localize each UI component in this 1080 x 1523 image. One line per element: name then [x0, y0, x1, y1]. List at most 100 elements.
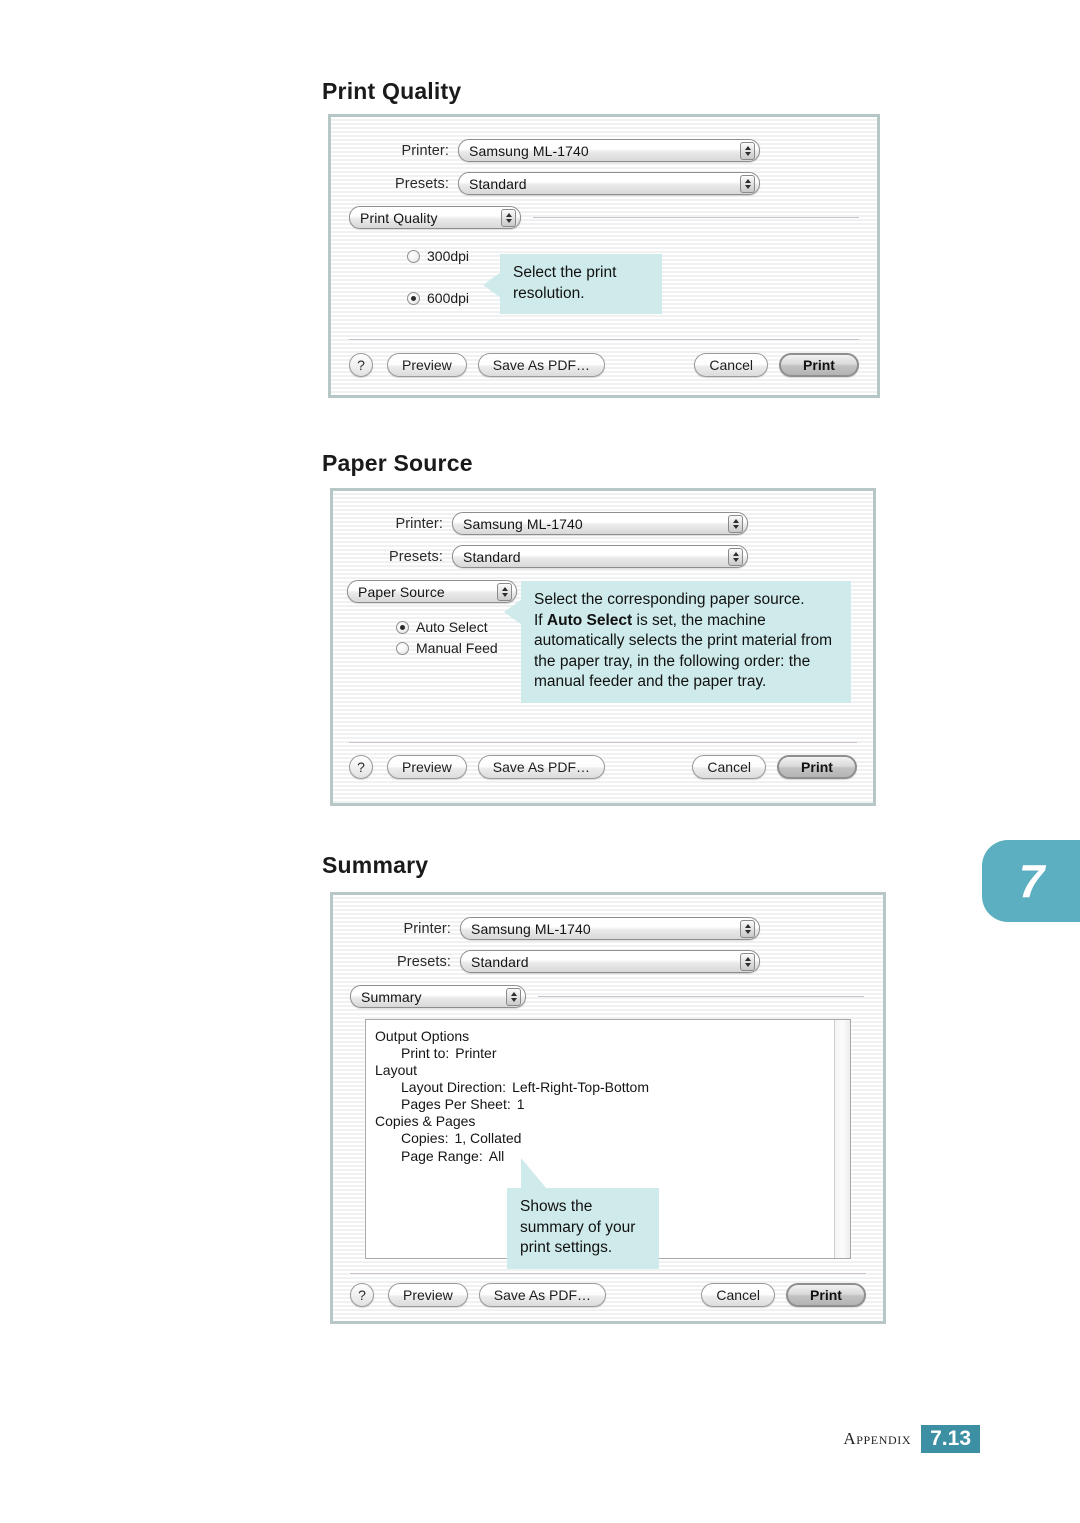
presets-select[interactable]: Standard [458, 172, 760, 195]
printer-select[interactable]: Samsung ML-1740 [458, 139, 760, 162]
printer-label: Printer: [401, 142, 449, 159]
pane-value: Paper Source [358, 583, 445, 600]
summary-item: Copies: 1, Collated [375, 1130, 850, 1147]
callout-line-1: Select the corresponding paper source. [534, 591, 805, 608]
dialog-button-bar: ? Preview Save As PDF… Cancel Print [349, 353, 859, 377]
help-icon[interactable]: ? [349, 755, 373, 779]
dialog-button-bar: ? Preview Save As PDF… Cancel Print [350, 1283, 866, 1307]
save-as-pdf-button[interactable]: Save As PDF… [477, 353, 606, 377]
printer-label: Printer: [395, 515, 443, 532]
callout-paper-source: Select the corresponding paper source. I… [504, 581, 851, 704]
radio-label: Auto Select [416, 619, 488, 635]
chevron-updown-icon[interactable] [728, 515, 743, 533]
presets-value: Standard [463, 548, 521, 565]
radio-auto-select[interactable]: Auto Select [396, 619, 488, 635]
save-as-pdf-button[interactable]: Save As PDF… [477, 755, 606, 779]
presets-row: Presets: Standard [357, 172, 837, 195]
summary-item: Page Range: All [375, 1148, 850, 1165]
chevron-updown-icon[interactable] [506, 988, 521, 1006]
divider [538, 996, 864, 997]
printer-row: Printer: Samsung ML-1740 [357, 139, 837, 162]
chevron-updown-icon[interactable] [501, 209, 516, 227]
print-button[interactable]: Print [786, 1283, 866, 1307]
radio-label: Manual Feed [416, 640, 498, 656]
presets-label: Presets: [397, 953, 451, 970]
chevron-updown-icon[interactable] [740, 953, 755, 971]
radio-manual-feed[interactable]: Manual Feed [396, 640, 498, 656]
callout-tail [504, 599, 522, 625]
summary-key: Copies: [401, 1130, 449, 1147]
preview-button[interactable]: Preview [388, 1283, 468, 1307]
presets-row: Presets: Standard [359, 950, 849, 973]
radio-label: 300dpi [427, 248, 470, 264]
cancel-button[interactable]: Cancel [701, 1283, 775, 1307]
preview-button[interactable]: Preview [387, 755, 467, 779]
callout-print-quality: Select the print resolution. [483, 254, 662, 315]
summary-value: Printer [455, 1045, 497, 1062]
radio-label: 600dpi [427, 290, 470, 306]
pane-select-print-quality[interactable]: Print Quality [349, 206, 521, 229]
summary-value: All [488, 1147, 505, 1164]
printer-value: Samsung ML-1740 [471, 920, 591, 937]
page-number-badge: 7.13 [921, 1425, 980, 1453]
summary-value: 1 [516, 1096, 525, 1113]
summary-key: Layout Direction: [401, 1079, 507, 1096]
summary-key: Page Range: [401, 1147, 483, 1164]
presets-value: Standard [471, 953, 529, 970]
chevron-updown-icon[interactable] [728, 548, 743, 566]
callout-tail [483, 272, 501, 298]
radio-icon-selected[interactable] [396, 620, 409, 634]
pane-selector-row: Print Quality [349, 206, 859, 229]
printer-row: Printer: Samsung ML-1740 [351, 512, 831, 535]
help-icon[interactable]: ? [350, 1283, 374, 1307]
callout-line-2: If Auto Select is set, the machine autom… [534, 611, 839, 693]
manual-page: Print Quality Printer: Samsung ML-1740 P… [0, 0, 1080, 1523]
printer-row: Printer: Samsung ML-1740 [359, 917, 849, 940]
preview-button[interactable]: Preview [387, 353, 467, 377]
page-title-print-quality: Print Quality [322, 78, 462, 104]
page-title-paper-source: Paper Source [322, 450, 473, 476]
pane-select-summary[interactable]: Summary [350, 985, 526, 1008]
page-footer: Appendix 7.13 [843, 1425, 980, 1453]
cancel-button[interactable]: Cancel [694, 353, 768, 377]
printer-select[interactable]: Samsung ML-1740 [460, 917, 760, 940]
radio-icon[interactable] [407, 249, 420, 263]
print-button[interactable]: Print [779, 353, 859, 377]
radio-300dpi[interactable]: 300dpi [407, 248, 469, 264]
pane-select-paper-source[interactable]: Paper Source [347, 580, 517, 603]
footer-label: Appendix [843, 1429, 912, 1448]
divider [533, 217, 859, 218]
save-as-pdf-button[interactable]: Save As PDF… [478, 1283, 607, 1307]
presets-select[interactable]: Standard [460, 950, 760, 973]
printer-value: Samsung ML-1740 [469, 142, 589, 159]
cancel-button[interactable]: Cancel [692, 755, 766, 779]
chevron-updown-icon[interactable] [740, 175, 755, 193]
print-button[interactable]: Print [777, 755, 857, 779]
radio-600dpi[interactable]: 600dpi [407, 290, 469, 306]
summary-list: Output Options Print to: Printer Layout L… [366, 1020, 850, 1165]
callout-text-a: If [534, 611, 547, 629]
page-title-summary: Summary [322, 852, 429, 878]
printer-value: Samsung ML-1740 [463, 515, 583, 532]
printer-select[interactable]: Samsung ML-1740 [452, 512, 748, 535]
chevron-updown-icon[interactable] [740, 920, 755, 938]
summary-key: Print to: [401, 1045, 450, 1062]
divider [349, 742, 857, 743]
callout-text: Shows the summary of your print settings… [520, 1198, 636, 1257]
chapter-tab: 7 [982, 840, 1080, 922]
help-icon[interactable]: ? [349, 353, 373, 377]
presets-select[interactable]: Standard [452, 545, 748, 568]
pane-value: Summary [361, 988, 422, 1005]
dialog-button-bar: ? Preview Save As PDF… Cancel Print [349, 755, 857, 779]
summary-item: Pages Per Sheet: 1 [375, 1096, 850, 1113]
presets-label: Presets: [395, 175, 449, 192]
callout-text: Select the print resolution. [513, 264, 617, 302]
summary-item: Print to: Printer [375, 1045, 850, 1062]
chevron-updown-icon[interactable] [740, 142, 755, 160]
radio-icon[interactable] [396, 641, 409, 655]
scrollbar-vertical[interactable] [834, 1020, 850, 1258]
radio-icon-selected[interactable] [407, 291, 420, 305]
callout-text-bold: Auto Select [546, 611, 633, 629]
summary-key: Pages Per Sheet: [401, 1096, 511, 1113]
summary-item: Layout Direction: Left-Right-Top-Bottom [375, 1079, 850, 1096]
